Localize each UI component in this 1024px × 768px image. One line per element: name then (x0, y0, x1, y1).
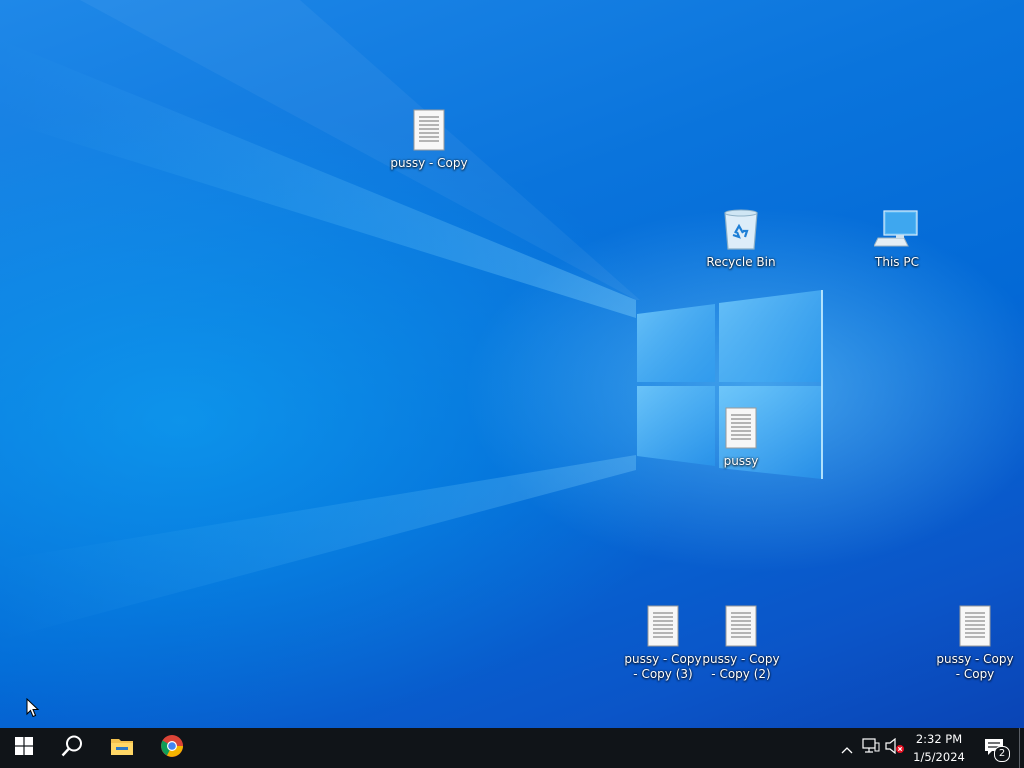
text-file-icon (639, 602, 687, 650)
taskbar-clock[interactable]: 2:32 PM 1/5/2024 (906, 730, 972, 766)
desktop-icon-text-file[interactable]: pussy - Copy - Copy (935, 602, 1015, 682)
mouse-pointer-icon (26, 697, 40, 722)
desktop-icon-recycle-bin[interactable]: Recycle Bin (701, 205, 781, 270)
chrome-button[interactable] (148, 728, 196, 768)
network-button[interactable] (860, 728, 882, 768)
desktop-icon-label: pussy (723, 454, 759, 468)
action-center-button[interactable]: 2 (978, 728, 1012, 768)
chevron-up-icon (841, 739, 853, 758)
search-button[interactable] (48, 728, 96, 768)
desktop-background: pussy - Copy Recycle Bin This PC pussy p… (0, 0, 1024, 728)
text-file-icon (717, 602, 765, 650)
desktop-icon-label: pussy - Copy (390, 156, 468, 170)
this-pc-icon (873, 205, 921, 253)
network-icon (862, 738, 880, 758)
desktop-icon-this-pc[interactable]: This PC (857, 205, 937, 270)
show-desktop-button[interactable] (1019, 728, 1020, 768)
start-button[interactable] (0, 728, 48, 768)
desktop-icon-label: pussy - Copy - Copy (2) (702, 652, 780, 681)
chrome-icon (160, 734, 184, 762)
file-explorer-icon (110, 736, 134, 760)
recycle-bin-icon (717, 205, 765, 253)
notification-icon: 2 (984, 738, 1010, 762)
desktop-icon-label: This PC (875, 255, 919, 269)
text-file-icon (951, 602, 999, 650)
desktop-icon-text-file[interactable]: pussy - Copy - Copy (3) (623, 602, 703, 682)
taskbar: 2:32 PM 1/5/2024 2 (0, 728, 1024, 768)
clock-time: 2:32 PM (915, 732, 963, 746)
desktop-icon-label: pussy - Copy - Copy (936, 652, 1014, 681)
desktop-icon-text-file[interactable]: pussy - Copy (389, 106, 469, 171)
search-icon (60, 734, 84, 762)
file-explorer-button[interactable] (98, 728, 146, 768)
desktop-icon-text-file[interactable]: pussy - Copy - Copy (2) (701, 602, 781, 682)
desktop-icon-label: pussy - Copy - Copy (3) (624, 652, 702, 681)
desktop-icon-text-file[interactable]: pussy (701, 404, 781, 469)
wallpaper-art (0, 0, 823, 640)
volume-muted-icon (885, 737, 905, 758)
text-file-icon (405, 106, 453, 154)
show-hidden-icons-button[interactable] (838, 728, 856, 768)
clock-date: 1/5/2024 (913, 750, 965, 764)
notification-count-badge: 2 (994, 746, 1010, 762)
volume-button[interactable] (884, 728, 906, 768)
desktop-icon-label: Recycle Bin (706, 255, 776, 269)
windows-start-icon (15, 737, 33, 759)
text-file-icon (717, 404, 765, 452)
